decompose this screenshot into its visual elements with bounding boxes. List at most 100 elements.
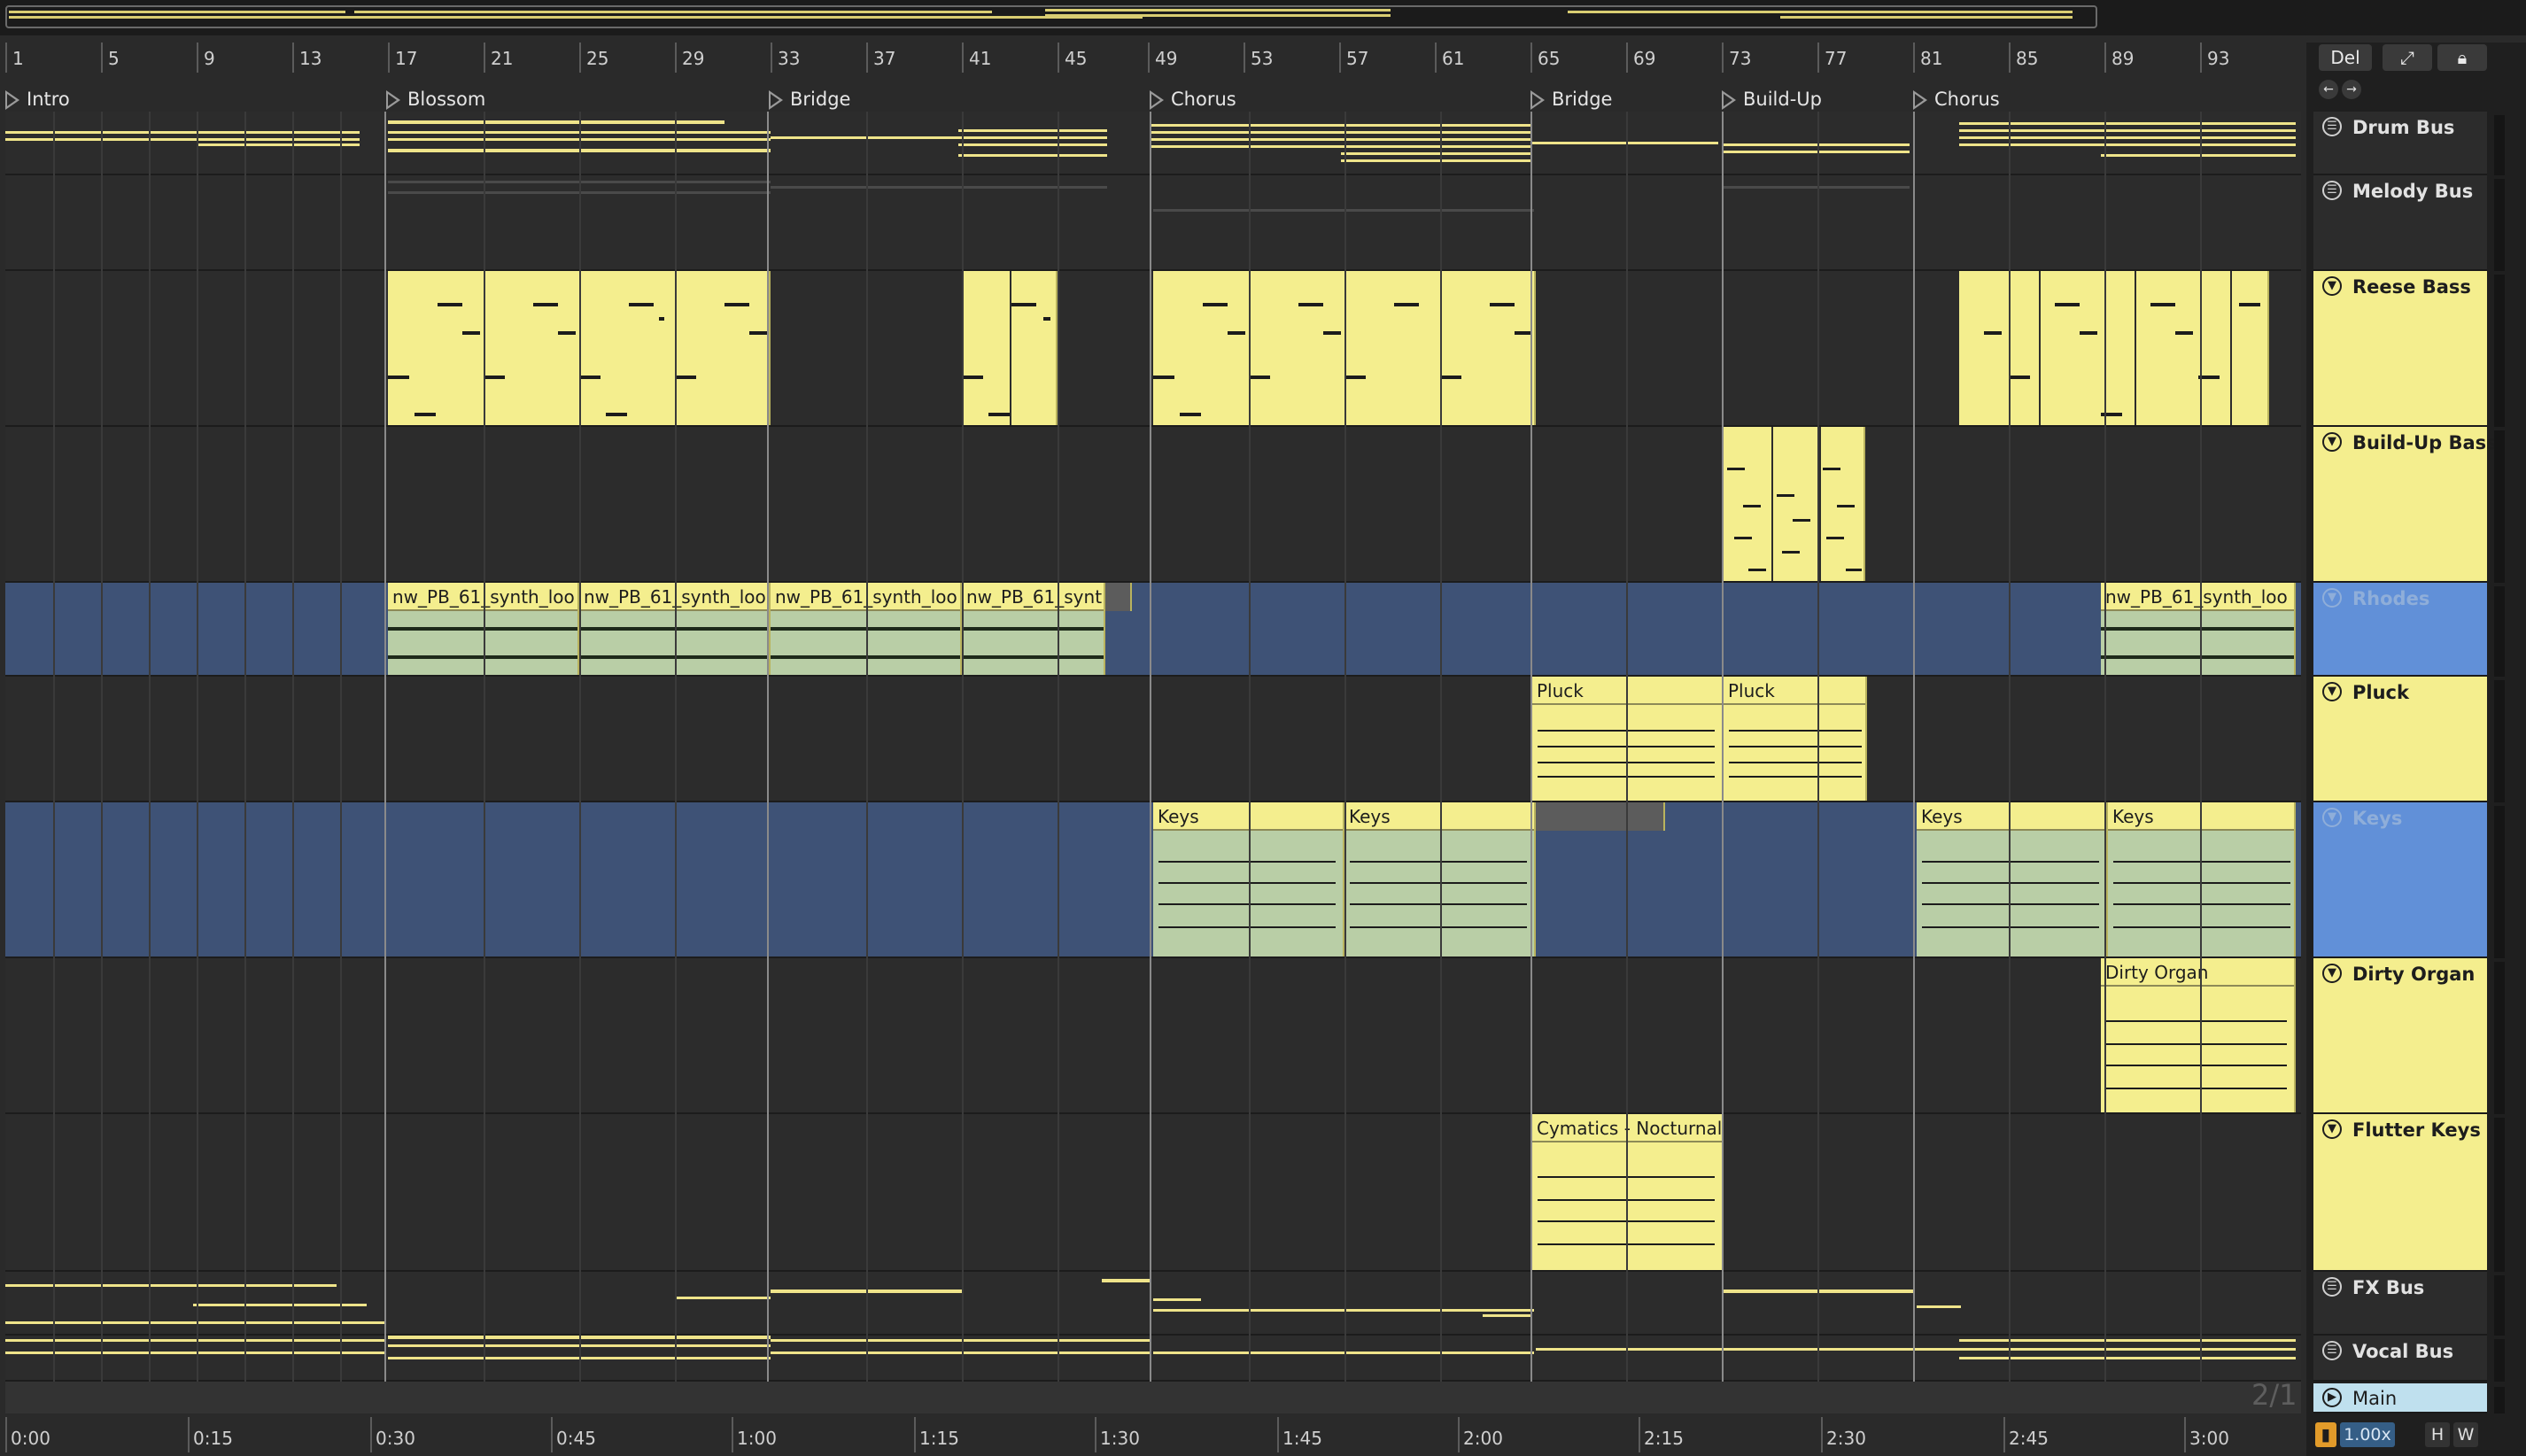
midi-clip[interactable]: Keys: [2108, 802, 2296, 956]
expand-button[interactable]: ⤢: [2383, 44, 2432, 71]
midi-clip[interactable]: Dirty Organ: [2101, 958, 2296, 1112]
bar-marker: 13: [292, 43, 322, 73]
track-fold-icon[interactable]: ▼: [2322, 808, 2342, 827]
locator-triangle-icon[interactable]: [769, 90, 783, 110]
play-icon[interactable]: ▶: [2322, 1388, 2342, 1407]
bar-marker: 85: [2009, 43, 2038, 73]
track-meter: [2494, 1339, 2505, 1382]
arrangement-view: 1 5 9 13 17 21 25 29 33 37 41 45 49 53 5…: [0, 0, 2526, 1456]
arrow-right-icon[interactable]: →: [2342, 80, 2361, 99]
track-name: Vocal Bus: [2352, 1341, 2454, 1362]
time-label: 1:15: [919, 1428, 959, 1449]
w-button[interactable]: W: [2453, 1422, 2478, 1447]
track-meter: [2494, 962, 2505, 1114]
track-meter: [2494, 430, 2505, 583]
bar-marker: 73: [1722, 43, 1751, 73]
track-keys[interactable]: ▼ Keys: [2313, 802, 2487, 958]
h-button[interactable]: H: [2425, 1422, 2450, 1447]
track-name: Drum Bus: [2352, 117, 2455, 138]
lane-fx-bus[interactable]: [5, 1272, 2301, 1336]
locator-triangle-icon[interactable]: [1530, 90, 1545, 110]
track-drum-bus[interactable]: ☰ Drum Bus: [2313, 112, 2487, 175]
bar-marker: 93: [2200, 43, 2229, 73]
track-name: Reese Bass: [2352, 276, 2471, 298]
audio-waveform-icon[interactable]: ▮: [2315, 1422, 2336, 1447]
time-ruler[interactable]: 0:00 0:15 0:30 0:45 1:00 1:15 1:30 1:45 …: [0, 1382, 2301, 1456]
locator-triangle-icon[interactable]: [5, 90, 19, 110]
bar-marker: 81: [1913, 43, 1942, 73]
track-fold-icon[interactable]: ▼: [2322, 682, 2342, 701]
lane-flutter-keys[interactable]: Cymatics - Nocturnal: [5, 1114, 2301, 1272]
arrangement-lanes[interactable]: nw_PB_61_synth_loo nw_PB_61_synth_loo nw…: [5, 112, 2301, 1382]
midi-clip[interactable]: [962, 271, 1058, 425]
track-reese-bass[interactable]: ▼ Reese Bass: [2313, 271, 2487, 427]
group-fold-icon[interactable]: ☰: [2322, 1277, 2342, 1297]
track-dirty-organ[interactable]: ▼ Dirty Organ: [2313, 958, 2487, 1114]
track-fx-bus[interactable]: ☰ FX Bus: [2313, 1272, 2487, 1336]
time-label: 0:00: [11, 1428, 50, 1449]
bar-marker: 69: [1626, 43, 1655, 73]
arrow-left-icon[interactable]: ←: [2319, 80, 2338, 99]
midi-clip[interactable]: Pluck: [1724, 677, 1867, 801]
bottom-controls: ▮ 1.00x H W: [2306, 1417, 2526, 1456]
track-pluck[interactable]: ▼ Pluck: [2313, 677, 2487, 802]
lane-rhodes[interactable]: nw_PB_61_synth_loo nw_PB_61_synth_loo nw…: [5, 583, 2301, 677]
lane-keys[interactable]: Keys Keys Keys Keys: [5, 802, 2301, 958]
track-vocal-bus[interactable]: ☰ Vocal Bus: [2313, 1336, 2487, 1382]
group-fold-icon[interactable]: ☰: [2322, 1341, 2342, 1360]
midi-clip[interactable]: Pluck: [1532, 677, 1724, 801]
track-fold-icon[interactable]: ▼: [2322, 276, 2342, 296]
locator-bar[interactable]: Intro Blossom Bridge Chorus Bridge Build…: [0, 85, 2301, 112]
bar-marker: 17: [388, 43, 417, 73]
lane-melody-bus[interactable]: [5, 175, 2301, 271]
midi-clip[interactable]: Cymatics - Nocturnal: [1532, 1114, 1724, 1270]
time-label: 2:30: [1826, 1428, 1866, 1449]
track-meter: [2494, 586, 2505, 677]
lane-build-up-bass[interactable]: [5, 427, 2301, 583]
beat-time-ruler[interactable]: 1 5 9 13 17 21 25 29 33 37 41 45 49 53 5…: [0, 43, 2301, 73]
locator-triangle-icon[interactable]: [386, 90, 400, 110]
arrangement-overview[interactable]: [0, 0, 2526, 35]
track-fold-icon[interactable]: ▼: [2322, 1119, 2342, 1139]
locator-triangle-icon[interactable]: [1722, 90, 1736, 110]
bar-marker: 29: [675, 43, 704, 73]
midi-clip[interactable]: [1724, 427, 1865, 581]
track-melody-bus[interactable]: ☰ Melody Bus: [2313, 175, 2487, 271]
track-fold-icon[interactable]: ▼: [2322, 432, 2342, 452]
delete-button[interactable]: Del: [2319, 44, 2372, 71]
bar-marker: 45: [1058, 43, 1087, 73]
track-fold-icon[interactable]: ▼: [2322, 964, 2342, 983]
audio-clip[interactable]: nw_PB_61_synt: [962, 583, 1105, 675]
track-meter: [2494, 115, 2505, 175]
expand-icon: ⤢: [2400, 47, 2414, 68]
track-build-up-bass[interactable]: ▼ Build-Up Bass: [2313, 427, 2498, 583]
midi-clip[interactable]: Keys: [1917, 802, 2108, 956]
horizontal-scrollbar[interactable]: [5, 1382, 2301, 1413]
lane-drum-bus[interactable]: [5, 112, 2301, 175]
midi-clip[interactable]: [1959, 271, 2269, 425]
clip-placeholder: [1536, 802, 1665, 831]
group-fold-icon[interactable]: ☰: [2322, 181, 2342, 200]
lane-pluck[interactable]: Pluck Pluck: [5, 677, 2301, 802]
track-name: Main: [2352, 1388, 2398, 1409]
locator-triangle-icon[interactable]: [1913, 90, 1927, 110]
track-rhodes[interactable]: ▼ Rhodes: [2313, 583, 2487, 677]
track-main[interactable]: ▶ Main: [2313, 1383, 2487, 1413]
bar-marker: 9: [197, 43, 215, 73]
track-meter: [2494, 806, 2505, 958]
audio-clip[interactable]: nw_PB_61_synth_loo: [2101, 583, 2296, 675]
time-label: 0:15: [193, 1428, 233, 1449]
lane-vocal-bus[interactable]: [5, 1336, 2301, 1382]
time-label: 1:00: [737, 1428, 777, 1449]
track-flutter-keys[interactable]: ▼ Flutter Keys: [2313, 1114, 2487, 1272]
lock-button[interactable]: 🔒︎: [2437, 44, 2487, 71]
lane-dirty-organ[interactable]: Dirty Organ: [5, 958, 2301, 1114]
track-fold-icon[interactable]: ▼: [2322, 588, 2342, 608]
lane-reese-bass[interactable]: [5, 271, 2301, 427]
locator-triangle-icon[interactable]: [1150, 90, 1164, 110]
zoom-display[interactable]: 1.00x: [2340, 1422, 2395, 1447]
group-fold-icon[interactable]: ☰: [2322, 117, 2342, 136]
time-label: 2:45: [2009, 1428, 2049, 1449]
bar-marker: 49: [1148, 43, 1177, 73]
track-name: Dirty Organ: [2352, 964, 2476, 985]
